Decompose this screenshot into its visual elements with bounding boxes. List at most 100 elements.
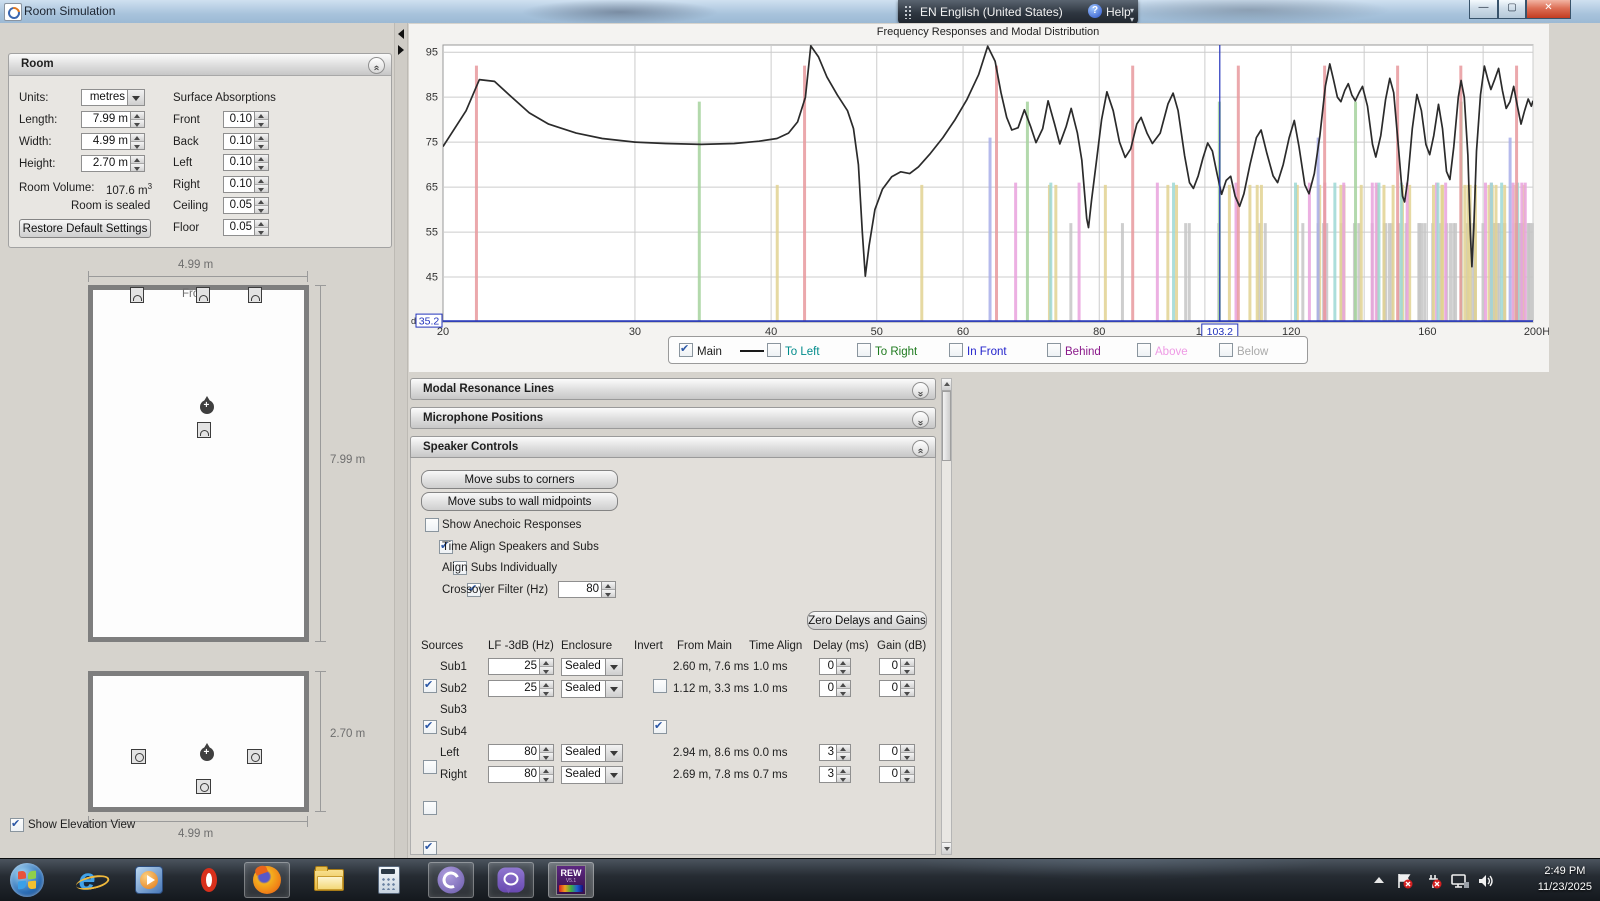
expand-microphone-positions-button[interactable]: »: [912, 411, 929, 428]
left-speaker-elevation-icon[interactable]: [131, 749, 146, 764]
spinner-buttons[interactable]: [539, 767, 553, 782]
taskbar-item-viber[interactable]: [488, 862, 534, 898]
collapse-speaker-controls-button[interactable]: »: [912, 440, 929, 457]
move-subs-corners-button[interactable]: Move subs to corners: [421, 470, 618, 489]
spinner-buttons[interactable]: [254, 177, 268, 192]
dropdown-arrow-icon[interactable]: [605, 767, 622, 783]
spin-up-icon[interactable]: [837, 767, 850, 774]
spinner-buttons[interactable]: [836, 745, 850, 760]
spin-down-icon[interactable]: [837, 688, 850, 696]
absorption-input[interactable]: 0.10: [223, 111, 269, 128]
absorption-input[interactable]: 0.10: [223, 154, 269, 171]
taskbar-clock[interactable]: 2:49 PM 11/23/2025: [1538, 863, 1592, 895]
language-label[interactable]: EN English (United States): [920, 5, 1063, 19]
spin-down-icon[interactable]: [602, 589, 615, 597]
spin-up-icon[interactable]: [540, 745, 553, 752]
gain-input[interactable]: 0: [879, 766, 915, 783]
legend-checkbox[interactable]: [1047, 343, 1061, 357]
absorption-input[interactable]: 0.05: [223, 197, 269, 214]
taskbar-item-calculator[interactable]: [366, 862, 412, 898]
legend-checkbox[interactable]: [1219, 343, 1233, 357]
enclosure-dropdown[interactable]: Sealed: [561, 766, 623, 784]
spin-up-icon[interactable]: [901, 767, 914, 774]
enclosure-dropdown[interactable]: Sealed: [561, 658, 623, 676]
collapse-left-icon[interactable]: [398, 29, 404, 39]
show-elevation-checkbox[interactable]: [10, 818, 24, 832]
spinner-buttons[interactable]: [130, 134, 144, 149]
restore-defaults-button[interactable]: Restore Default Settings: [19, 219, 151, 238]
legend-checkbox[interactable]: [679, 343, 693, 357]
spin-up-icon[interactable]: [540, 659, 553, 666]
move-subs-midpoints-button[interactable]: Move subs to wall midpoints: [421, 492, 618, 511]
absorption-input[interactable]: 0.10: [223, 176, 269, 193]
spin-up-icon[interactable]: [255, 220, 268, 227]
spin-up-icon[interactable]: [255, 134, 268, 141]
enclosure-dropdown[interactable]: Sealed: [561, 744, 623, 762]
show-hidden-icons-button[interactable]: [1374, 877, 1384, 883]
panel-splitter[interactable]: [394, 23, 408, 858]
scrollbar-thumb[interactable]: [942, 391, 951, 461]
close-button[interactable]: ✕: [1526, 0, 1571, 19]
spin-up-icon[interactable]: [131, 134, 144, 141]
spin-down-icon[interactable]: [131, 163, 144, 171]
spinner-buttons[interactable]: [836, 767, 850, 782]
spin-down-icon[interactable]: [901, 774, 914, 782]
spin-up-icon[interactable]: [901, 659, 914, 666]
legend-checkbox[interactable]: [857, 343, 871, 357]
source-enabled-checkbox[interactable]: [423, 679, 437, 693]
maximize-button[interactable]: ▢: [1498, 0, 1526, 19]
spin-up-icon[interactable]: [901, 681, 914, 688]
network-icon[interactable]: [1450, 873, 1470, 894]
spin-down-icon[interactable]: [837, 666, 850, 674]
language-bar[interactable]: EN English (United States) ? Help ▾▾: [898, 0, 1138, 24]
scroll-down-button[interactable]: [942, 842, 951, 854]
units-dropdown[interactable]: metres: [81, 89, 145, 106]
spinner-buttons[interactable]: [539, 745, 553, 760]
dimension-input[interactable]: 2.70 m: [81, 155, 145, 172]
right-speaker-elevation-icon[interactable]: [247, 749, 262, 764]
dropdown-arrow-icon[interactable]: [127, 90, 144, 105]
spinner-buttons[interactable]: [130, 112, 144, 127]
spinner-buttons[interactable]: [836, 681, 850, 696]
listener-elevation-icon[interactable]: [200, 747, 214, 761]
spin-down-icon[interactable]: [255, 205, 268, 213]
legend-checkbox[interactable]: [767, 343, 781, 357]
help-icon[interactable]: ?: [1088, 4, 1102, 18]
spin-down-icon[interactable]: [540, 752, 553, 760]
spinner-buttons[interactable]: [900, 745, 914, 760]
spinner-buttons[interactable]: [254, 198, 268, 213]
spin-up-icon[interactable]: [255, 198, 268, 205]
spin-up-icon[interactable]: [255, 155, 268, 162]
taskbar-item-internet-explorer[interactable]: e: [64, 862, 110, 898]
spin-down-icon[interactable]: [901, 688, 914, 696]
spinner-buttons[interactable]: [539, 681, 553, 696]
taskbar-item-firefox[interactable]: [244, 862, 290, 898]
sub2-icon[interactable]: [197, 422, 211, 438]
spinner-buttons[interactable]: [254, 220, 268, 235]
option-checkbox-0[interactable]: [425, 518, 439, 532]
help-label[interactable]: Help: [1106, 5, 1131, 19]
spin-down-icon[interactable]: [255, 184, 268, 192]
delay-input[interactable]: 0: [819, 680, 851, 697]
zero-delays-gains-button[interactable]: Zero Delays and Gains: [807, 611, 927, 630]
invert-checkbox[interactable]: [653, 679, 667, 693]
lf-cutoff-input[interactable]: 80: [488, 744, 554, 761]
spin-down-icon[interactable]: [255, 227, 268, 235]
spinner-buttons[interactable]: [836, 659, 850, 674]
gain-input[interactable]: 0: [879, 658, 915, 675]
dropdown-arrow-icon[interactable]: [605, 659, 622, 675]
delay-input[interactable]: 3: [819, 766, 851, 783]
source-enabled-checkbox[interactable]: [423, 841, 437, 855]
crossover-frequency-input[interactable]: 80: [558, 581, 616, 598]
taskbar-item-file-explorer[interactable]: [306, 862, 352, 898]
spinner-buttons[interactable]: [900, 659, 914, 674]
spin-down-icon[interactable]: [837, 774, 850, 782]
spinner-buttons[interactable]: [900, 767, 914, 782]
frequency-chart[interactable]: 958575655545203040506080100120160200HzFr…: [409, 24, 1549, 372]
sub1-icon[interactable]: [196, 287, 210, 303]
spinner-buttons[interactable]: [539, 659, 553, 674]
listener-position-icon[interactable]: [200, 400, 214, 414]
spinner-buttons[interactable]: [254, 112, 268, 127]
spin-down-icon[interactable]: [540, 666, 553, 674]
dimension-input[interactable]: 4.99 m: [81, 133, 145, 150]
